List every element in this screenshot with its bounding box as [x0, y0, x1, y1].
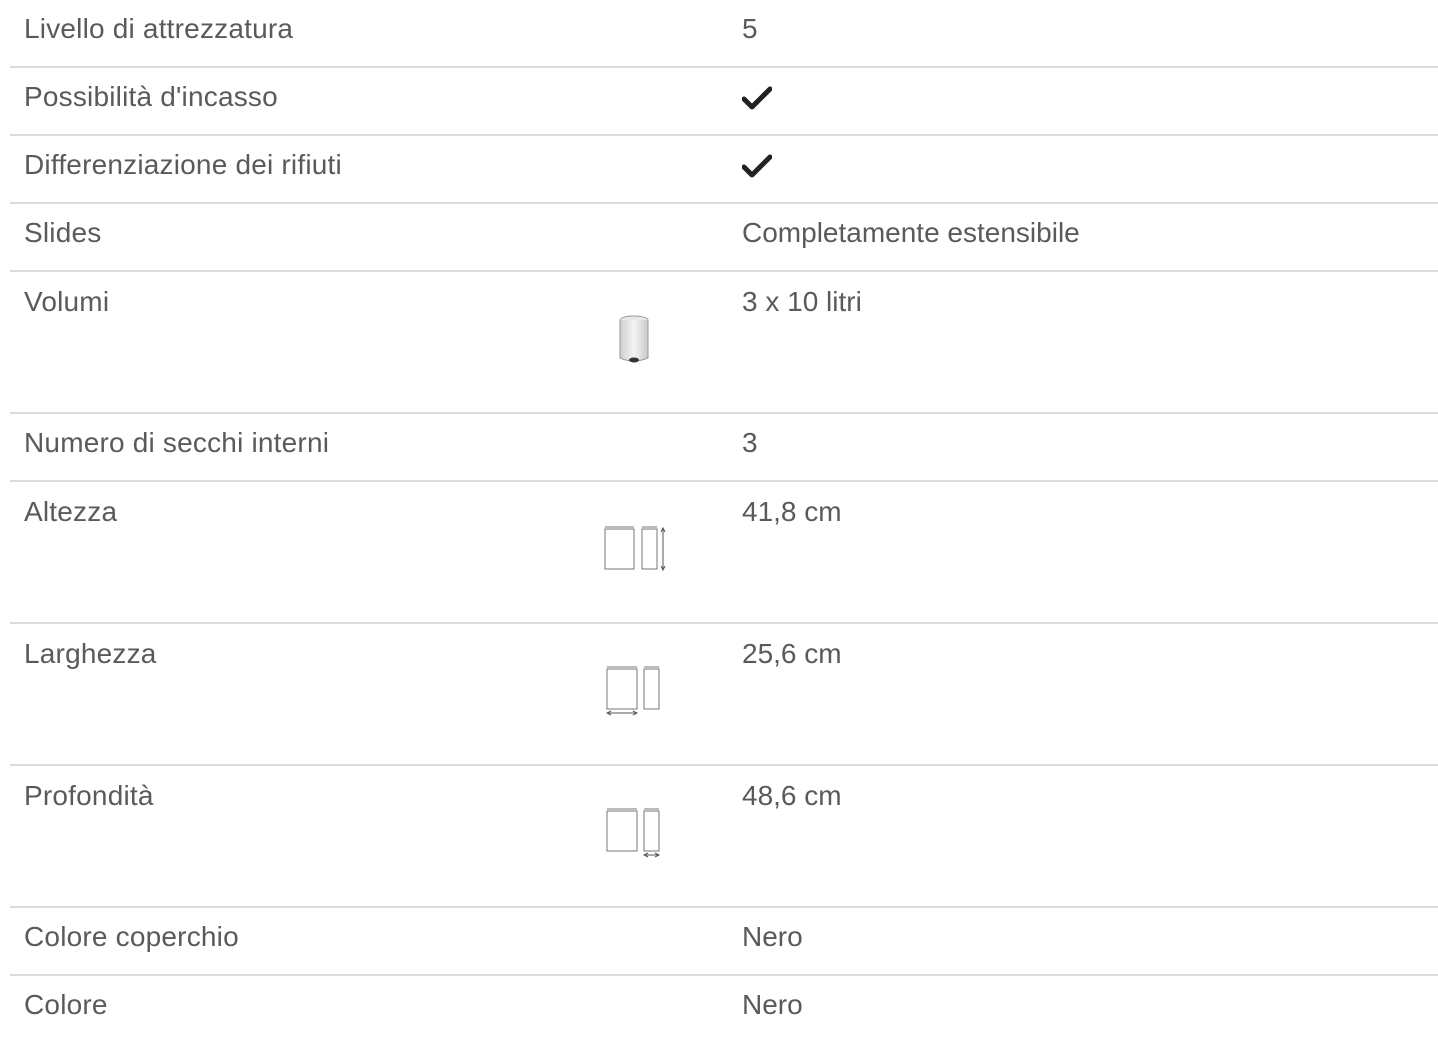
spec-label: Livello di attrezzatura — [24, 13, 294, 44]
spec-value: 3 — [742, 427, 758, 458]
spec-value: Nero — [742, 921, 803, 952]
bin-volume-icon — [619, 315, 649, 363]
height-dimension-icon — [604, 526, 666, 572]
spec-value: 3 x 10 litri — [742, 286, 862, 317]
spec-table: Livello di attrezzatura 5 Possibilità d'… — [10, 0, 1438, 1040]
spec-value: 5 — [742, 13, 758, 44]
spec-label: Altezza — [24, 496, 118, 527]
spec-row-equipment-level: Livello di attrezzatura 5 — [10, 0, 1438, 68]
spec-row-inner-buckets: Numero di secchi interni 3 — [10, 414, 1438, 482]
checkmark-icon — [742, 154, 772, 178]
checkmark-icon — [742, 86, 772, 110]
spec-label: Differenziazione dei rifiuti — [24, 149, 342, 180]
spec-value: Nero — [742, 989, 803, 1020]
spec-row-volumes: Volumi 3 x 10 litri — [10, 272, 1438, 414]
spec-label: Colore coperchio — [24, 921, 239, 952]
width-dimension-icon — [606, 666, 660, 716]
spec-value: 25,6 cm — [742, 638, 842, 669]
spec-row-color: Colore Nero — [10, 976, 1438, 1040]
spec-row-depth: Profondità 48,6 cm — [10, 766, 1438, 908]
spec-label: Volumi — [24, 286, 110, 317]
spec-row-built-in: Possibilità d'incasso — [10, 68, 1438, 136]
spec-row-waste-separation: Differenziazione dei rifiuti — [10, 136, 1438, 204]
depth-dimension-icon — [606, 808, 661, 858]
spec-value: 41,8 cm — [742, 496, 842, 527]
spec-row-slides: Slides Completamente estensibile — [10, 204, 1438, 272]
spec-label: Profondità — [24, 780, 154, 811]
spec-label: Colore — [24, 989, 108, 1020]
spec-row-lid-color: Colore coperchio Nero — [10, 908, 1438, 976]
spec-value: 48,6 cm — [742, 780, 842, 811]
spec-label: Slides — [24, 217, 102, 248]
spec-label: Possibilità d'incasso — [24, 81, 278, 112]
spec-row-width: Larghezza 25,6 cm — [10, 624, 1438, 766]
spec-label: Larghezza — [24, 638, 157, 669]
spec-row-height: Altezza 41,8 cm — [10, 482, 1438, 624]
spec-value: Completamente estensibile — [742, 217, 1080, 248]
spec-label: Numero di secchi interni — [24, 427, 330, 458]
